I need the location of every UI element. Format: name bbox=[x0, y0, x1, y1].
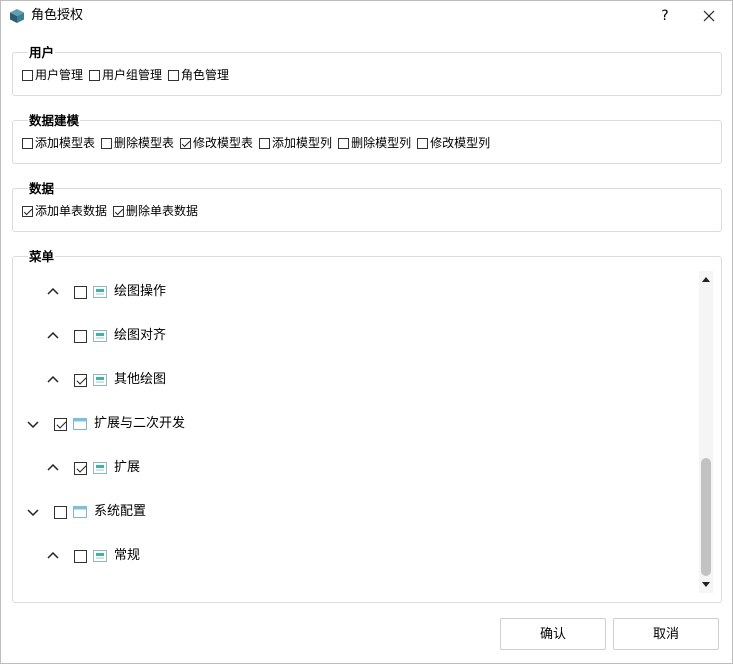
modeling-group-title: 数据建模 bbox=[28, 113, 81, 129]
menu-tree-scrollbar[interactable] bbox=[699, 271, 713, 593]
tree-node[interactable]: 绘图操作 bbox=[46, 281, 166, 303]
title-bar: 角色授权 ? bbox=[1, 1, 732, 31]
checkbox[interactable] bbox=[338, 137, 350, 149]
checkbox-checked[interactable] bbox=[54, 417, 67, 431]
page-icon bbox=[93, 330, 107, 342]
checkbox[interactable] bbox=[168, 69, 180, 81]
perm-add-single-table-data[interactable]: 添加单表数据 bbox=[22, 204, 107, 218]
checkbox[interactable] bbox=[259, 137, 271, 149]
perm-delete-model-column[interactable]: 删除模型列 bbox=[338, 136, 411, 150]
perm-role-manage[interactable]: 角色管理 bbox=[168, 68, 229, 82]
perm-add-model-column[interactable]: 添加模型列 bbox=[259, 136, 332, 150]
tree-node[interactable]: 系统配置 bbox=[26, 501, 146, 523]
checkbox-checked[interactable] bbox=[22, 205, 33, 217]
tree-node[interactable]: 绘图对齐 bbox=[46, 325, 166, 347]
dialog-title: 角色授权 bbox=[31, 8, 84, 23]
scrollbar-thumb[interactable] bbox=[701, 458, 711, 576]
close-icon bbox=[703, 10, 715, 22]
checkbox[interactable] bbox=[101, 137, 113, 149]
cancel-button[interactable]: 取消 bbox=[613, 618, 719, 650]
checkbox-checked[interactable] bbox=[180, 137, 192, 149]
page-icon bbox=[93, 462, 107, 474]
modeling-group: 数据建模 添加模型表 删除模型表 修改模型表 添加模型列 删除模型列 修改模型列 bbox=[12, 113, 722, 164]
perm-user-manage[interactable]: 用户管理 bbox=[22, 68, 83, 82]
perm-add-model-table[interactable]: 添加模型表 bbox=[22, 136, 95, 150]
chevron-up-icon[interactable] bbox=[46, 329, 60, 343]
tree-node-label: 其他绘图 bbox=[114, 372, 167, 387]
page-icon bbox=[93, 550, 107, 562]
confirm-button[interactable]: 确认 bbox=[500, 618, 606, 650]
perm-delete-model-table[interactable]: 删除模型表 bbox=[101, 136, 174, 150]
menu-group-title: 菜单 bbox=[28, 249, 56, 265]
perm-edit-model-table[interactable]: 修改模型表 bbox=[180, 136, 253, 150]
role-authorization-dialog: 角色授权 ? 用户 用户管理 用户组管理 角色管理 数据建模 添加模型表 删除模… bbox=[0, 0, 733, 664]
checkbox[interactable] bbox=[74, 285, 87, 299]
scroll-up-arrow-icon[interactable] bbox=[699, 271, 713, 287]
checkbox[interactable] bbox=[22, 69, 33, 81]
tree-node[interactable]: 常规 bbox=[46, 545, 140, 567]
close-button[interactable] bbox=[695, 5, 723, 27]
chevron-up-icon[interactable] bbox=[46, 461, 60, 475]
perm-edit-model-column[interactable]: 修改模型列 bbox=[417, 136, 490, 150]
tree-node[interactable]: 其他绘图 bbox=[46, 369, 166, 391]
checkbox[interactable] bbox=[89, 69, 101, 81]
checkbox[interactable] bbox=[417, 137, 429, 149]
window-icon bbox=[73, 506, 87, 518]
window-icon bbox=[73, 418, 87, 430]
help-button[interactable]: ? bbox=[653, 5, 677, 27]
chevron-up-icon[interactable] bbox=[46, 285, 60, 299]
checkbox-checked[interactable] bbox=[74, 373, 87, 387]
tree-node[interactable]: 扩展 bbox=[46, 457, 140, 479]
checkbox-checked[interactable] bbox=[113, 205, 125, 217]
app-icon bbox=[10, 9, 24, 23]
checkbox[interactable] bbox=[74, 549, 87, 563]
user-group-title: 用户 bbox=[28, 45, 56, 61]
checkbox[interactable] bbox=[54, 505, 67, 519]
tree-node-label: 扩展 bbox=[114, 460, 141, 475]
perm-delete-single-table-data[interactable]: 删除单表数据 bbox=[113, 204, 198, 218]
checkbox[interactable] bbox=[74, 329, 87, 343]
tree-node-label: 系统配置 bbox=[94, 504, 147, 519]
page-icon bbox=[93, 374, 107, 386]
tree-node-label: 绘图操作 bbox=[114, 284, 167, 299]
chevron-down-icon[interactable] bbox=[26, 505, 40, 519]
checkbox[interactable] bbox=[22, 137, 33, 149]
chevron-up-icon[interactable] bbox=[46, 549, 60, 563]
data-group: 数据 添加单表数据 删除单表数据 bbox=[12, 181, 722, 232]
chevron-up-icon[interactable] bbox=[46, 373, 60, 387]
data-group-title: 数据 bbox=[28, 181, 56, 197]
tree-node-label: 绘图对齐 bbox=[114, 328, 167, 343]
tree-node-label: 常规 bbox=[114, 548, 141, 563]
chevron-down-icon[interactable] bbox=[26, 417, 40, 431]
perm-usergroup-manage[interactable]: 用户组管理 bbox=[89, 68, 162, 82]
checkbox-checked[interactable] bbox=[74, 461, 87, 475]
user-group: 用户 用户管理 用户组管理 角色管理 bbox=[12, 45, 722, 96]
page-icon bbox=[93, 286, 107, 298]
scroll-down-arrow-icon[interactable] bbox=[699, 577, 713, 593]
tree-node-label: 扩展与二次开发 bbox=[94, 416, 186, 431]
tree-node[interactable]: 扩展与二次开发 bbox=[26, 413, 185, 435]
